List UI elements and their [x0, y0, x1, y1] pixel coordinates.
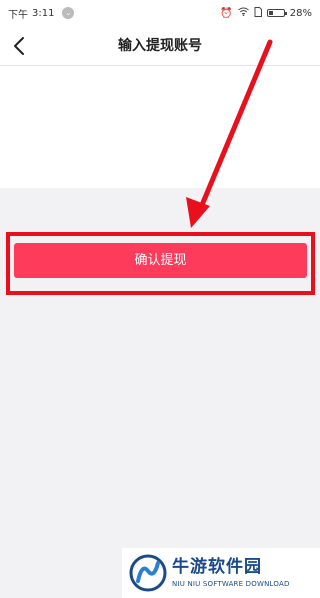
watermark-title: 牛游软件园 [172, 557, 262, 577]
status-right: ⏰ 28% [220, 6, 320, 20]
sim-icon [254, 6, 262, 20]
confirm-withdraw-button[interactable]: 确认提现 [14, 243, 307, 278]
page-title: 输入提现账号 [118, 38, 202, 54]
battery-icon [266, 9, 287, 17]
niuyou-logo-icon [129, 554, 167, 592]
battery-percent: 28% [289, 7, 312, 19]
account-input-panel[interactable] [0, 66, 320, 188]
watermark-text: 牛游软件园 NIU NIU SOFTWARE DOWNLOAD [172, 557, 290, 589]
status-time: 3:11 [32, 7, 55, 19]
time-prefix: 下午 [8, 9, 28, 21]
nav-bar: 输入提现账号 [0, 26, 320, 66]
status-bar: 下午 3:11 ⌄ ⏰ 28% [0, 0, 320, 26]
watermark-subtitle: NIU NIU SOFTWARE DOWNLOAD [172, 580, 290, 588]
wifi-icon [237, 7, 249, 19]
battery-fill [268, 11, 273, 15]
alarm-icon: ⏰ [220, 7, 233, 19]
watermark: 牛游软件园 NIU NIU SOFTWARE DOWNLOAD [122, 548, 320, 598]
arrow-head [186, 197, 210, 228]
status-left: 下午 3:11 ⌄ [0, 6, 75, 21]
notification-icon: ⌄ [62, 7, 75, 19]
